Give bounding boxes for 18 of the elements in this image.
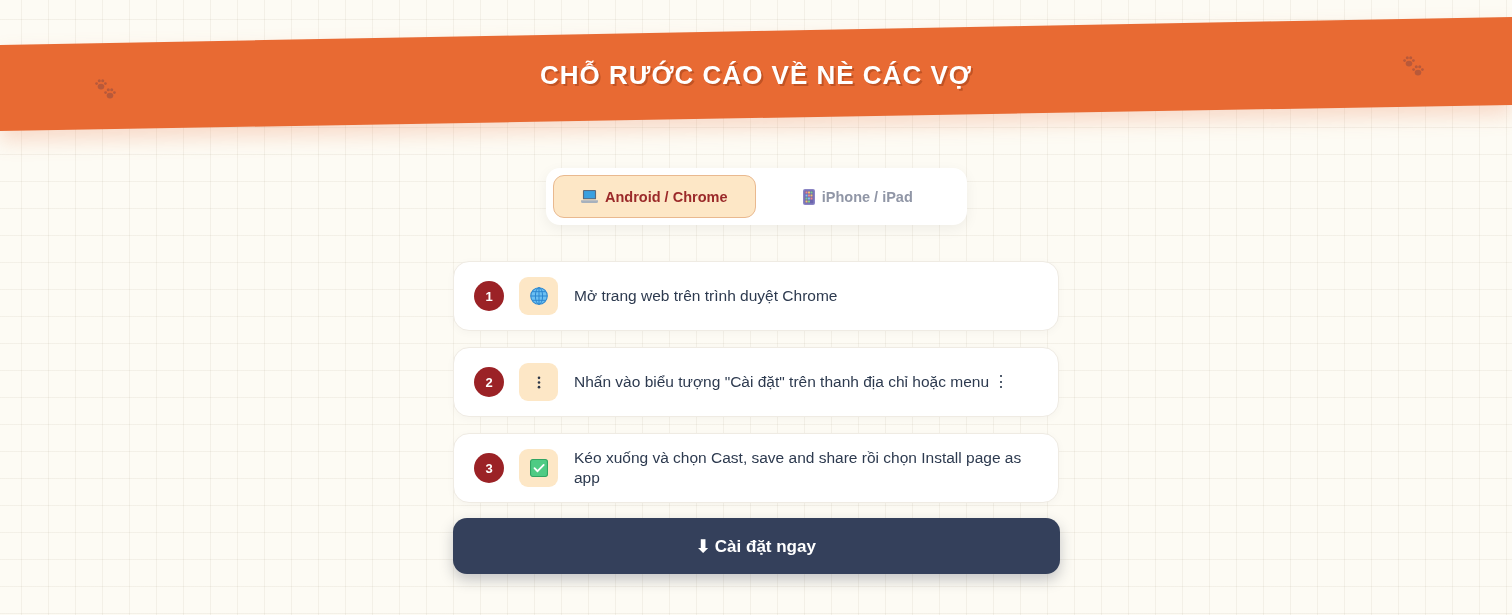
step-number: 1 <box>474 281 504 311</box>
vertical-dots-icon <box>519 363 558 401</box>
tablet-icon <box>802 188 815 205</box>
step-text: Kéo xuống và chọn Cast, save and share rồi chọn Install page as app <box>574 448 1023 488</box>
platform-tab[interactable]: Android / Chrome <box>552 175 756 218</box>
step-number: 2 <box>474 367 504 397</box>
banner-title: CHỖ RƯỚC CÁO VỀ NÈ CÁC VỢ <box>540 58 972 91</box>
globe-icon <box>519 277 558 315</box>
paw-icon <box>1403 56 1415 67</box>
paw-icon <box>95 79 107 90</box>
step-number: 3 <box>474 453 504 483</box>
paw-icon <box>104 88 116 99</box>
checkbox-icon <box>519 449 558 487</box>
step-text: Mở trang web trên trình duyệt Chrome <box>574 286 838 306</box>
laptop-icon <box>581 189 598 204</box>
paw-icon <box>1412 65 1424 76</box>
install-button[interactable]: ⬇ Cài đặt ngay <box>452 518 1060 574</box>
step-text: Nhấn vào biểu tượng "Cài đặt" trên thanh địa chỉ hoặc menu ⋮ <box>574 372 1010 392</box>
